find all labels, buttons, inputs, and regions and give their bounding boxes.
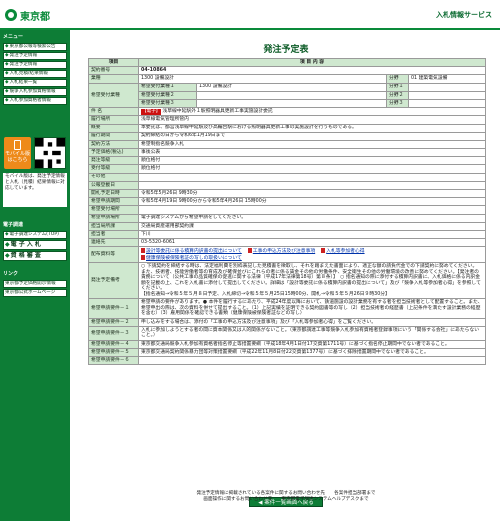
sidebar-link-qualification[interactable]: ◆競争入札参加資格情報: [3, 88, 67, 96]
wish2-value: [196, 90, 387, 100]
order-plan-table: 項目 項 目 内 容 契約番号 04-10864 業種 1300 設備設計 分野…: [88, 57, 487, 366]
sidebar-link-participants[interactable]: ◆入札参加資格者情報: [3, 97, 67, 105]
bullet-icon: ◆: [5, 98, 9, 103]
table-row: 希望申請要件－１ 希望申請の要件があります。● 本件を履行するにあたり、平成24…: [88, 298, 487, 319]
table-row: 配布資料等 設計等委託に係る積算内訳書の提出について 工事の申込方法及び注意事項入…: [88, 246, 487, 264]
attachment-link-howto[interactable]: 工事の申込方法及び注意事項: [247, 248, 315, 255]
attachment-link-rules[interactable]: 入札等参加者心得: [321, 248, 365, 255]
table-row: 履行場所 浅草線電気管理所管内: [88, 115, 487, 125]
wish3-value: [196, 98, 387, 109]
bullet-icon: ◆: [5, 89, 9, 94]
table-row: その他: [88, 172, 487, 182]
bullet-icon: ◆: [5, 232, 9, 237]
table-row: 業種 1300 設備設計 分野 01 建築電気設備: [88, 74, 487, 84]
sidebar-link-tokyo-official[interactable]: 東京都公式ホームページ: [3, 289, 67, 297]
table-row: 希望申請要件－３ 入札に参加しようとする者の間に資本関係又は人的関係がないこと。…: [88, 326, 487, 341]
mobile-version-button[interactable]: モバイル版 はこちら: [4, 137, 31, 169]
bullet-icon: ◆: [5, 53, 9, 58]
pdf-icon: [141, 254, 145, 260]
bunya-value: 01 建築電気設備: [407, 74, 487, 84]
table-row: 連絡先 03-5320-6061: [88, 238, 487, 248]
page-footer: 発注予定情報に掲載されている各案件に関するお問い合わせ先 各案件担当部署まで 画…: [74, 491, 498, 503]
bullet-icon: ◆: [5, 62, 9, 67]
sidebar: メニュー ◆東京都公報等検索公告 ◆発注予定情報 ◆発注予定情報 ◆入札見積/結…: [0, 30, 70, 521]
service-title: 入札情報サービス: [436, 11, 492, 19]
table-row: 希望受付業種２ 分野２: [89, 90, 487, 100]
sidebar-link-bid-list[interactable]: ◆入札結果一覧: [3, 79, 67, 87]
logo-text: 東京都: [20, 12, 50, 23]
table-row: 履行期間 契約締結の日から令和6年1月19日まで: [88, 131, 487, 141]
table-row: 希望申請場所 電子調達システムから希望申請をしてください。: [88, 213, 487, 223]
sidebar-edp-label: 電子調達: [3, 222, 24, 228]
col-content-header: 項 目 内 容: [137, 57, 487, 68]
table-row: 希望申請要件－５ 東京都交通局契約関係暴力団等対策措置要綱（平成22年11月8日…: [88, 347, 487, 358]
footer-line-2: 画面操作に関するお問い合わせ先 東京都電子調達システムヘルプデスクまで: [203, 497, 369, 502]
electronic-tag: 【電子】: [141, 108, 162, 115]
bullet-icon: ◆: [5, 252, 10, 259]
page-header: 東京都 入札情報サービス: [0, 0, 500, 30]
bullet-icon: ◆: [5, 241, 10, 248]
bunya1-value: [407, 82, 487, 92]
mobile-note: モバイル版は、発注予定情報と入札（見積）結果情報に対応しています。: [3, 173, 67, 207]
qr-code-icon: [34, 137, 66, 169]
sidebar-menu-label: メニュー: [3, 34, 24, 40]
table-row: 予定価格(税込) 事後公表: [88, 148, 487, 158]
pdf-icon: [141, 248, 145, 254]
table-row: 概要 本委託は、都営浅草線中延駅及び高輪台駅における照明器具更新工事の実施設計を…: [88, 123, 487, 133]
col-item-header: 項目: [88, 57, 139, 68]
table-row: 希望申請要件－６: [88, 356, 487, 366]
tokyo-logo-icon: [5, 9, 17, 21]
table-row: 受付等級 順位格付: [88, 164, 487, 174]
bullet-icon: ◆: [5, 71, 9, 76]
table-row: 件 名 【電子】 浅草線中延駅外１駅照明器具更新工事実施設計委託: [88, 107, 487, 117]
sidebar-link-order-plan[interactable]: ◆発注予定情報: [3, 52, 67, 60]
table-row: 開札予定日時 令和5年5月26日 9時30分: [88, 188, 487, 199]
sidebar-link-gazette[interactable]: ◆東京都公報等検索公告: [3, 43, 67, 51]
qr-code-graphic: [35, 138, 65, 168]
table-row: 公報登載日: [88, 180, 487, 191]
bullet-icon: ◆: [5, 80, 9, 85]
attachment-link-breakdown[interactable]: 設計等委託に係る積算内訳書の提出について: [141, 248, 242, 255]
sidebar-link-e-bid[interactable]: ◆電 子 入 札: [3, 240, 67, 250]
sidebar-ext-label: リンク: [3, 271, 19, 277]
attachments-cell: 設計等委託に係る積算内訳書の提出について 工事の申込方法及び注意事項 入札等参加者心…: [137, 246, 487, 264]
main-content: 発注予定表 項目 項 目 内 容 契約番号 04-10864 業種 1300 設…: [74, 30, 498, 521]
sidebar-link-price-disclosure[interactable]: 東京都予定価格開示情報: [3, 280, 67, 288]
table-row: 希望受付業種３ 分野３: [89, 98, 487, 109]
mobile-phone-icon: [14, 140, 21, 150]
wish1-value: 1300 設備設計: [196, 82, 387, 92]
subject-value: 【電子】 浅草線中延駅外１駅照明器具更新工事実施設計委託: [137, 107, 487, 117]
table-row: 担当者 下川: [88, 229, 487, 240]
attachment-link-insurance[interactable]: 健康保険被保険者証の写しの取扱いについて: [141, 254, 242, 262]
contract-no-value: 04-10864: [137, 66, 487, 76]
table-row: 契約番号 04-10864: [88, 66, 487, 76]
table-row: 発注予定備考 ○ 下請契約を締結する時は、法定福利費を別枠表記した見積書を徴取し…: [88, 262, 487, 300]
table-row: 希望受付業種 希望受付業種１ 1300 設備設計 分野１: [88, 82, 487, 109]
page-title: 発注予定表: [263, 45, 309, 55]
table-row: 発注等級 順位格付: [88, 156, 487, 166]
sidebar-link-edp-top[interactable]: ◆電子調達システム(TOP): [3, 231, 67, 239]
sidebar-link-bid-results[interactable]: ◆入札見積/結果情報: [3, 70, 67, 78]
bunya2-value: [407, 90, 487, 100]
table-header-row: 項目 項 目 内 容: [88, 57, 487, 68]
table-row: 希望申請要件－４ 東京都交通局競争入札参加有資格者指名停止等措置要綱（平成18年…: [88, 339, 487, 350]
table-row: 希望受付場所: [88, 205, 487, 215]
table-row: 契約方法 希望制指名競争入札: [88, 139, 487, 150]
table-row: 担当局所課 交通局資産運用部契約課: [88, 221, 487, 231]
sidebar-link-order-plan-2[interactable]: ◆発注予定情報: [3, 61, 67, 69]
bullet-icon: ◆: [5, 44, 9, 49]
table-row: 希望申請期間 令和5年4月19日 9時00分から令和5年4月26日 15時00分: [88, 197, 487, 207]
business-value: 1300 設備設計: [138, 74, 387, 84]
bunya3-value: [407, 98, 487, 109]
table-row: 希望申請要件－２ 申し込みをする場合は、添付の「工事の申込方法及び注意事項」及び…: [88, 317, 487, 328]
pdf-icon: [321, 248, 326, 254]
pdf-icon: [247, 248, 252, 254]
sidebar-link-qual-review[interactable]: ◆資 格 審 査: [3, 251, 67, 261]
